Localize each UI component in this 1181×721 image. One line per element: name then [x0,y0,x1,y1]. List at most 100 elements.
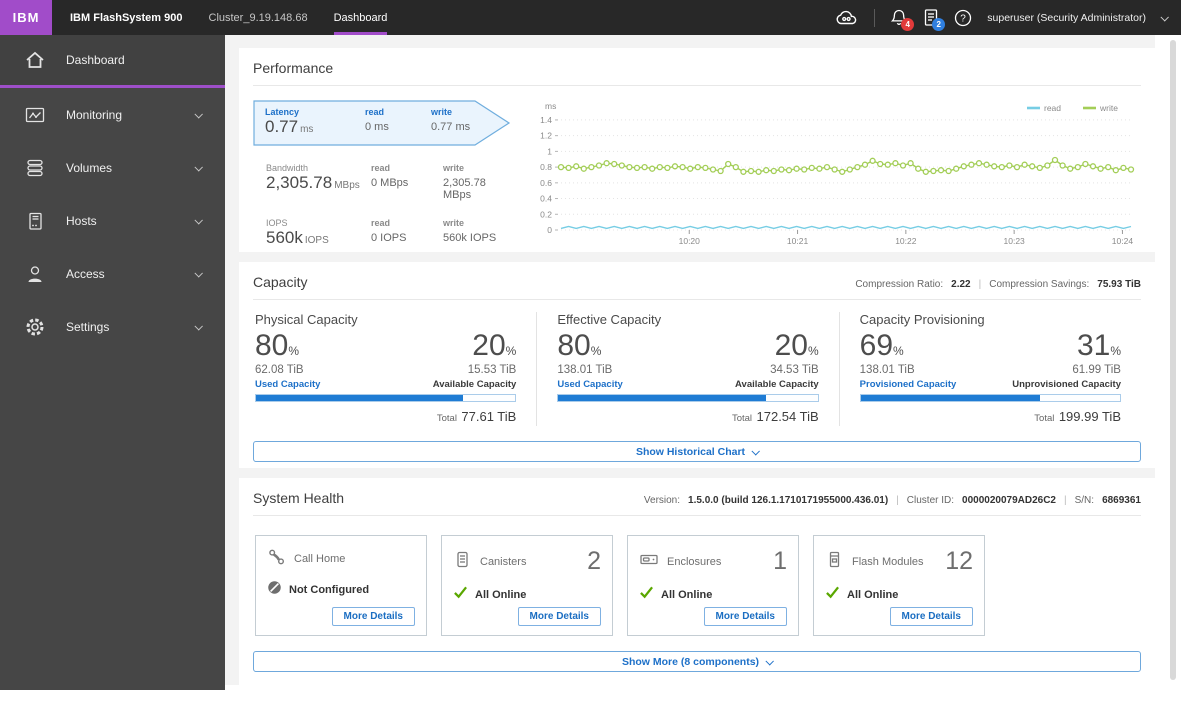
not-configured-icon [267,580,282,600]
capacity-total: Total 77.61 TiB [436,409,517,424]
capacity-panel-title: Capacity Provisioning [859,312,985,327]
sidebar-item-label: Hosts [66,213,97,228]
tasks-badge: 2 [932,18,946,31]
notifications-bell-icon[interactable]: 4 [890,8,915,31]
show-historical-chart-button[interactable]: Show Historical Chart [253,441,1141,462]
check-icon [825,585,840,604]
performance-metrics: Latency 0.77ms read 0 ms write 0.77 ms [253,96,525,255]
flash-modules-card: Flash Modules 12 All Online More Details [813,535,985,636]
chevron-down-icon [194,162,203,172]
available-capacity-label: Available Capacity [735,379,819,390]
sidebar-item-label: Dashboard [66,53,125,67]
card-name: Call Home [294,553,346,565]
capacity-section: Capacity Compression Ratio: 2.22 | Compr… [239,262,1155,468]
bandwidth-metric[interactable]: Bandwidth 2,305.78 MBps read 0 MBps write… [253,163,525,201]
tab-dashboard[interactable]: Dashboard [333,0,388,35]
card-name: Canisters [480,555,527,568]
cloud-icon[interactable] [835,9,859,27]
card-count: 12 [945,547,973,575]
iops-label: IOPS [266,218,288,228]
write-label: write [443,218,465,228]
compression-savings-label: Compression Savings: [989,279,1090,290]
system-health-title: System Health [253,490,345,506]
used-capacity-link[interactable]: Used Capacity [255,379,320,390]
more-details-button[interactable]: More Details [331,607,415,626]
latency-metric-selected[interactable]: Latency 0.77 ms read 0 ms write 0.77 ms [253,100,511,146]
unprovisioned-capacity-label: Unprovisioned Capacity [1012,379,1121,390]
meta-separator: | [896,495,899,506]
sidebar-item-dashboard[interactable]: Dashboard [0,35,225,88]
latency-value: 0.77 [265,117,299,136]
more-details-button[interactable]: More Details [517,607,601,626]
flashsystem-dashboard: IBM IBM FlashSystem 900 Cluster_9.19.148… [0,0,1181,721]
cluster-id-value: 0000020079AD26C2 [962,495,1056,506]
chevron-down-icon [194,268,203,278]
divider [253,515,1141,516]
effective-capacity-panel: Effective Capacity 80% 20% 138.01 TiB 34… [536,312,838,426]
gear-icon [24,316,50,338]
iops-metric[interactable]: IOPS 560k IOPS read 0 IOPS write 560k IOP… [253,218,525,248]
sidebar-item-label: Access [66,266,105,281]
chevron-down-icon[interactable] [1160,12,1169,22]
more-details-button[interactable]: More Details [889,607,973,626]
iops-value: 560k [266,228,303,247]
alerts-badge: 4 [901,18,915,31]
meta-separator: | [978,279,982,290]
write-label: write [443,163,465,173]
capacity-total: Total 172.54 TiB [731,409,819,424]
performance-title: Performance [253,60,334,76]
sidebar-item-label: Settings [66,319,110,334]
background-tasks-icon[interactable]: 2 [923,8,946,31]
access-icon [24,264,50,284]
monitoring-icon [24,105,50,125]
used-capacity-link[interactable]: Used Capacity [557,379,622,390]
svg-text:0.8: 0.8 [540,162,552,172]
sidebar-item-label: Volumes [66,160,113,175]
user-menu[interactable]: superuser (Security Administrator) [987,12,1146,24]
cluster-name[interactable]: Cluster_9.19.148.68 [209,0,308,35]
divider [253,85,1141,86]
svg-text:write: write [1099,103,1118,113]
serial-value: 6869361 [1102,495,1141,506]
provisioned-capacity-link[interactable]: Provisioned Capacity [860,379,957,390]
bandwidth-value: 2,305.78 [266,173,333,192]
sidebar-item-access[interactable]: Access [0,247,225,300]
read-label: read [371,163,391,173]
divider [253,299,1141,300]
version-value: 1.5.0.0 (build 126.1.1710171955000.436.0… [688,495,889,506]
performance-chart: ms 0 0.2 0.4 0.6 0.8 1 1.2 1.4 10:20 10:21 10:22 10:… [540,101,1135,246]
show-more-components-button[interactable]: Show More (8 components) [253,651,1141,672]
chevron-down-icon [765,656,774,666]
unprovisioned-percent: 31% [1076,329,1121,362]
phone-icon [267,547,286,571]
bandwidth-unit: MBps [334,180,360,191]
capacity-progress-fill [256,395,464,401]
available-amount: 34.53 TiB [770,364,819,376]
iops-unit: IOPS [304,235,329,246]
topbar-divider [874,8,876,27]
svg-text:?: ? [960,13,966,24]
system-health-section: System Health Version: 1.5.0.0 (build 12… [239,478,1155,685]
sidebar-item-hosts[interactable]: Hosts [0,194,225,247]
show-more-label: Show More (8 components) [621,655,760,668]
sidebar-item-monitoring[interactable]: Monitoring [0,88,225,141]
svg-text:10:22: 10:22 [895,236,917,246]
latency-chart-container: ms 0 0.2 0.4 0.6 0.8 1 1.2 1.4 10:20 10:21 10:22 10:… [525,98,1141,255]
sidebar-item-settings[interactable]: Settings [0,300,225,353]
sidebar-item-volumes[interactable]: Volumes [0,141,225,194]
card-count: 2 [587,547,601,575]
compression-ratio-value: 2.22 [951,279,971,290]
enclosures-card: Enclosures 1 All Online More Details [627,535,799,636]
sidebar-item-label: Monitoring [66,107,123,122]
card-status: Not Configured [289,584,370,596]
capacity-panel-title: Effective Capacity [557,312,662,327]
svg-text:1: 1 [547,146,552,156]
cluster-id-label: Cluster ID: [906,495,955,506]
card-status: All Online [847,588,899,601]
help-icon[interactable]: ? [954,9,972,27]
write-label: write [431,107,453,117]
product-name: IBM FlashSystem 900 [70,11,183,24]
more-details-button[interactable]: More Details [703,607,787,626]
vertical-scrollbar[interactable] [1170,40,1176,680]
chevron-down-icon [194,215,203,225]
